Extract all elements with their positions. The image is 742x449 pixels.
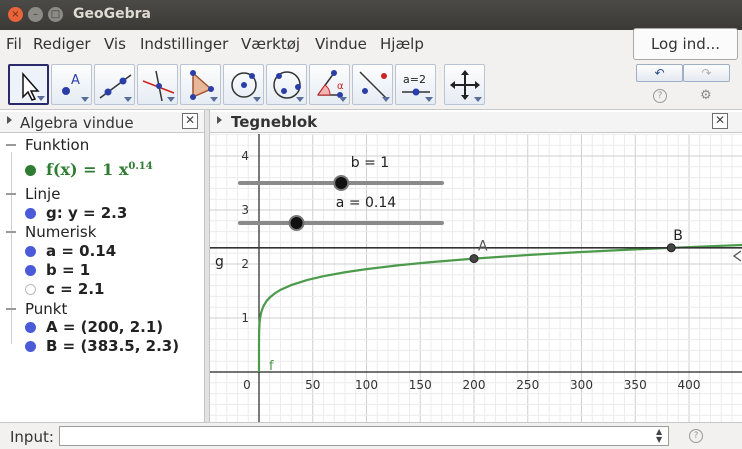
- svg-text:α: α: [337, 81, 344, 92]
- category-punkt[interactable]: Punkt: [25, 300, 67, 318]
- x-tick-label: 250: [516, 378, 539, 392]
- graphics-collapse-icon[interactable]: [217, 116, 222, 124]
- algebra-title: Algebra vindue: [20, 114, 134, 132]
- x-tick-label: 200: [463, 378, 486, 392]
- x-tick-label: 350: [624, 378, 647, 392]
- axis-tick-labels: 0 50 100 150 200 250 300 350 400 1 2 3 4: [241, 149, 700, 392]
- side-panel-arrow-icon[interactable]: [733, 250, 742, 262]
- x-tick-label: 300: [570, 378, 593, 392]
- point-a: [469, 254, 479, 264]
- visibility-dot-icon[interactable]: [25, 246, 36, 257]
- slider-a-knob: [288, 215, 305, 231]
- line-g-label: g: [215, 254, 224, 270]
- perpendicular-line-tool-button[interactable]: [137, 64, 178, 105]
- algebra-item-b[interactable]: b = 1: [46, 261, 90, 279]
- point-b-label: B: [673, 228, 683, 244]
- title-bar: × – □ GeoGebra: [0, 0, 742, 30]
- punkt-collapse-icon[interactable]: [6, 308, 16, 310]
- x-tick-label: 150: [409, 378, 432, 392]
- menu-indstillinger[interactable]: Indstillinger: [140, 35, 228, 53]
- menu-rediger[interactable]: Rediger: [33, 35, 91, 53]
- algebra-item-point-a[interactable]: A = (200, 2.1): [46, 318, 163, 336]
- visibility-dot-icon[interactable]: [25, 341, 36, 352]
- category-funktion[interactable]: Funktion: [25, 136, 89, 154]
- input-bar: Input: ▲ ▼ ?: [0, 422, 742, 449]
- undo-button[interactable]: ↶: [636, 64, 683, 82]
- y-tick-label: 2: [241, 257, 249, 271]
- algebra-item-g[interactable]: g: y = 2.3: [46, 204, 127, 222]
- slider-b-knob: [333, 175, 350, 191]
- curve-f-label: f: [269, 359, 274, 374]
- y-tick-label: 4: [241, 149, 249, 163]
- algebra-item-f[interactable]: f(x) = 1 x0.14: [46, 160, 153, 179]
- algebra-item-point-b[interactable]: B = (383.5, 2.3): [46, 337, 179, 355]
- algebra-item-c[interactable]: c = 2.1: [46, 280, 104, 298]
- visibility-dot-icon[interactable]: [25, 284, 36, 295]
- point-tool-button[interactable]: A: [51, 64, 92, 105]
- menu-vindue[interactable]: Vindue: [315, 35, 367, 53]
- category-numerisk[interactable]: Numerisk: [25, 223, 96, 241]
- input-label: Input:: [10, 428, 54, 446]
- numerisk-collapse-icon[interactable]: [6, 231, 16, 233]
- menu-fil[interactable]: Fil: [6, 35, 22, 53]
- slider-a-label: a = 0.14: [336, 195, 396, 211]
- circle-center-tool-button[interactable]: [223, 64, 264, 105]
- x-tick-label: 400: [678, 378, 701, 392]
- slider-tool-button[interactable]: a=2: [395, 64, 436, 105]
- visibility-dot-icon[interactable]: [25, 265, 36, 276]
- menu-hjaelp[interactable]: Hjælp: [380, 35, 424, 53]
- x-tick-label: 50: [305, 378, 320, 392]
- linje-collapse-icon[interactable]: [6, 193, 16, 195]
- x-tick-label: 0: [243, 378, 251, 392]
- svg-text:a=2: a=2: [403, 73, 426, 86]
- algebra-item-a[interactable]: a = 0.14: [46, 242, 116, 260]
- funktion-collapse-icon[interactable]: [6, 144, 16, 146]
- input-field[interactable]: [59, 426, 669, 446]
- input-history-arrows-icon[interactable]: ▲ ▼: [656, 428, 662, 444]
- window-maximize-button[interactable]: □: [48, 7, 63, 22]
- slider-b-label: b = 1: [351, 155, 389, 171]
- visibility-dot-icon[interactable]: [25, 208, 36, 219]
- y-tick-label: 3: [241, 203, 249, 217]
- circle-three-points-tool-button[interactable]: [266, 64, 307, 105]
- menu-bar: Fil Rediger Vis Indstillinger Værktøj Vi…: [0, 30, 742, 60]
- point-b: [666, 243, 676, 253]
- login-button[interactable]: Log ind...: [633, 28, 738, 60]
- svg-text:A: A: [71, 73, 80, 88]
- algebra-view: Funktion f(x) = 1 x0.14 Linje g: y = 2.3…: [0, 134, 204, 422]
- x-tick-label: 100: [355, 378, 378, 392]
- settings-gear-icon[interactable]: ⚙: [700, 88, 712, 103]
- graphics-canvas[interactable]: 0 50 100 150 200 250 300 350 400 1 2 3 4 g f b = 1 a…: [210, 134, 742, 422]
- visibility-dot-icon[interactable]: [25, 322, 36, 333]
- move-tool-button[interactable]: [8, 64, 49, 105]
- line-tool-button[interactable]: [94, 64, 135, 105]
- angle-tool-button[interactable]: α: [309, 64, 350, 105]
- polygon-tool-button[interactable]: [180, 64, 221, 105]
- point-a-label: A: [478, 239, 488, 255]
- reflect-tool-button[interactable]: [352, 64, 393, 105]
- graphics-view[interactable]: 0 50 100 150 200 250 300 350 400 1 2 3 4 g f b = 1 a…: [210, 134, 742, 422]
- graphics-title: Tegneblok: [231, 113, 318, 131]
- toolbar-help-icon[interactable]: ?: [653, 89, 667, 103]
- move-graphics-tool-button[interactable]: [444, 64, 485, 105]
- category-linje[interactable]: Linje: [25, 185, 60, 203]
- input-help-icon[interactable]: ?: [689, 429, 703, 443]
- visibility-dot-icon[interactable]: [25, 165, 36, 176]
- window-minimize-button[interactable]: –: [28, 7, 43, 22]
- window-title: GeoGebra: [73, 6, 151, 22]
- algebra-close-button[interactable]: ✕: [182, 113, 198, 129]
- function-f-curve: [257, 243, 742, 372]
- graphics-close-button[interactable]: ✕: [712, 113, 728, 129]
- redo-button[interactable]: ↷: [683, 64, 730, 82]
- menu-vaerktoej[interactable]: Værktøj: [241, 35, 300, 53]
- y-tick-label: 1: [241, 311, 249, 325]
- window-close-button[interactable]: ×: [8, 7, 23, 22]
- algebra-collapse-icon[interactable]: [7, 116, 12, 124]
- menu-vis[interactable]: Vis: [104, 35, 126, 53]
